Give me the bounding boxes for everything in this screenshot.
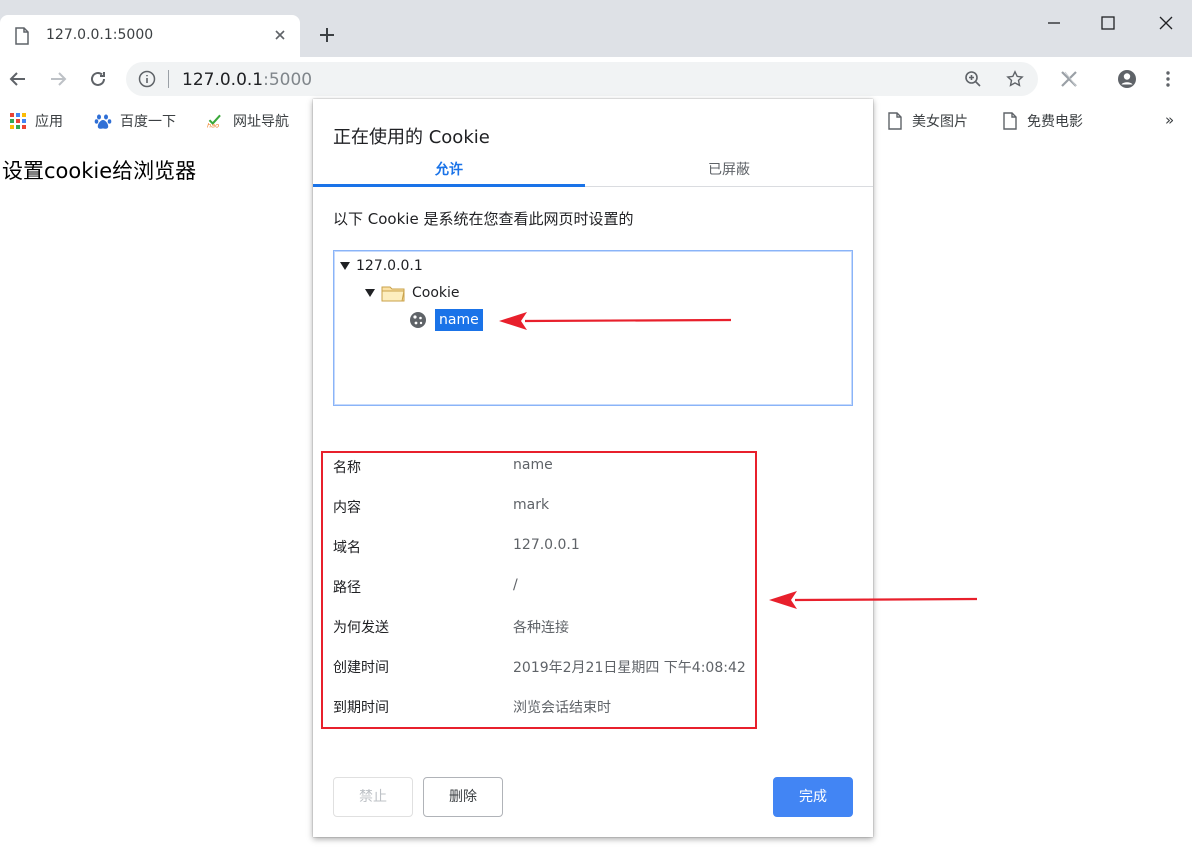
url-text[interactable]: 127.0.0.1:5000 (182, 70, 312, 90)
bookmark-images[interactable]: 美女图片 (886, 111, 968, 131)
baidu-paw-icon (94, 114, 112, 129)
page-icon (888, 112, 902, 130)
reload-icon[interactable] (88, 69, 108, 89)
forward-arrow-icon[interactable] (48, 69, 68, 89)
hao123-icon: hao (207, 114, 221, 130)
active-tab-indicator (313, 184, 585, 187)
bookmark-apps[interactable]: 应用 (9, 111, 63, 131)
tab-title: 127.0.0.1:5000 (46, 27, 154, 43)
bookmark-label: 应用 (35, 114, 63, 130)
page-icon (1003, 112, 1017, 130)
browser-tab[interactable]: 127.0.0.1:5000 (0, 15, 300, 57)
minimize-icon[interactable] (1045, 14, 1063, 32)
dialog-tabs: 允许 已屏蔽 (313, 151, 873, 187)
browser-titlebar: 127.0.0.1:5000 (0, 0, 1192, 57)
bookmark-movies[interactable]: 免费电影 (1001, 111, 1083, 131)
tree-node-cookie-folder[interactable]: Cookie (365, 284, 460, 302)
bookmark-baidu[interactable]: 百度一下 (94, 111, 176, 131)
annotation-arrow-icon (499, 312, 732, 330)
address-bar[interactable]: 127.0.0.1:5000 (126, 62, 1038, 96)
delete-button[interactable]: 删除 (423, 777, 503, 817)
svg-text:hao: hao (207, 122, 219, 130)
address-separator (168, 70, 169, 88)
expand-triangle-icon[interactable] (365, 289, 375, 297)
bookmark-label: 网址导航 (233, 114, 289, 130)
tab-allowed[interactable]: 允许 (313, 159, 585, 179)
zoom-icon[interactable] (964, 70, 982, 88)
dialog-title: 正在使用的 Cookie (333, 127, 490, 148)
cookie-icon (410, 312, 426, 328)
url-host: 127.0.0.1 (182, 70, 264, 90)
tree-site-label: 127.0.0.1 (356, 258, 423, 274)
annotation-highlight-box (321, 451, 757, 729)
more-menu-icon[interactable] (1158, 69, 1178, 89)
annotation-arrow-icon (769, 591, 978, 609)
tree-cookie-label-selected[interactable]: name (435, 309, 483, 331)
apps-grid-icon (10, 113, 26, 129)
maximize-icon[interactable] (1099, 14, 1117, 32)
new-tab-icon[interactable] (318, 26, 336, 44)
bookmark-label: 免费电影 (1027, 114, 1083, 130)
block-button[interactable]: 禁止 (333, 777, 413, 817)
bookmark-hao123[interactable]: hao 网址导航 (207, 111, 289, 131)
url-port: :5000 (263, 70, 313, 90)
bookmarks-overflow-button[interactable]: » (1165, 111, 1174, 129)
page-heading: 设置cookie给浏览器 (2, 159, 197, 183)
profile-avatar-icon[interactable] (1117, 69, 1137, 89)
dialog-description: 以下 Cookie 是系统在您查看此网页时设置的 (333, 210, 634, 228)
back-arrow-icon[interactable] (8, 69, 28, 89)
done-button[interactable]: 完成 (773, 777, 853, 817)
tab-blocked[interactable]: 已屏蔽 (593, 159, 865, 179)
folder-icon (381, 286, 405, 302)
tree-node-cookie-item[interactable]: name (409, 309, 483, 331)
bookmark-label: 美女图片 (912, 114, 968, 130)
bookmark-label: 百度一下 (120, 114, 176, 130)
page-icon (15, 27, 29, 45)
browser-toolbar: 127.0.0.1:5000 (0, 57, 1192, 101)
site-info-icon[interactable] (138, 70, 156, 88)
tree-folder-label: Cookie (412, 285, 460, 301)
expand-triangle-icon[interactable] (340, 262, 350, 270)
close-window-icon[interactable] (1157, 14, 1175, 32)
tree-node-site[interactable]: 127.0.0.1 (340, 258, 423, 274)
close-tab-icon[interactable] (272, 27, 288, 43)
bookmark-star-icon[interactable] (1006, 70, 1024, 88)
extension-icon[interactable] (1059, 69, 1079, 89)
